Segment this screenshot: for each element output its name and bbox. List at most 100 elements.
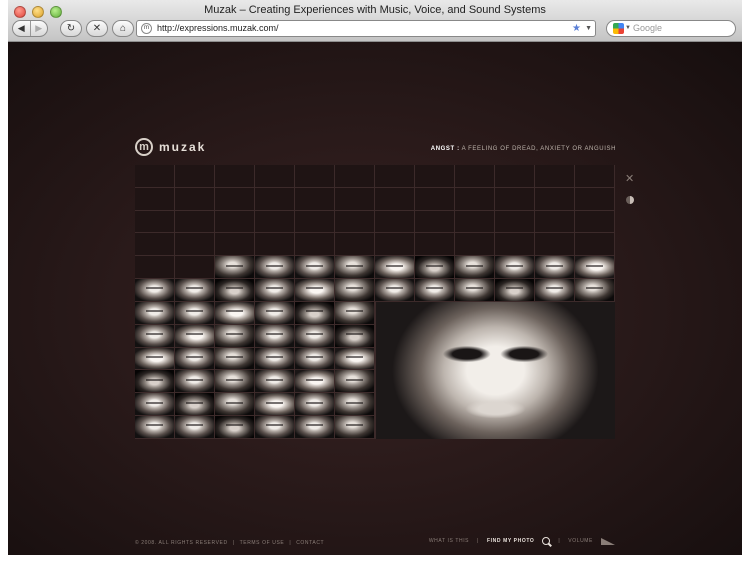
portrait-thumbnail[interactable]: [335, 370, 375, 394]
portrait-thumbnail[interactable]: [375, 256, 415, 280]
emotion-definition: ANGST : A FEELING OF DREAD, ANXIETY OR A…: [431, 146, 616, 152]
empty-grid-cell: [575, 233, 615, 257]
volume-label: VOLUME: [568, 538, 593, 544]
portrait-thumbnail[interactable]: [575, 256, 615, 280]
portrait-thumbnail[interactable]: [295, 393, 335, 417]
empty-grid-cell: [575, 210, 615, 234]
portrait-thumbnail[interactable]: [335, 279, 375, 302]
portrait-thumbnail[interactable]: [135, 301, 175, 325]
portrait-thumbnail[interactable]: [255, 370, 295, 394]
portrait-thumbnail[interactable]: [295, 416, 335, 439]
portrait-thumbnail[interactable]: [415, 279, 455, 302]
portrait-thumbnail[interactable]: [335, 347, 375, 371]
portrait-thumbnail[interactable]: [175, 347, 215, 371]
portrait-thumbnail[interactable]: [295, 279, 335, 302]
portrait-thumbnail[interactable]: [215, 256, 255, 280]
portrait-thumbnail[interactable]: [135, 324, 175, 348]
portrait-thumbnail[interactable]: [255, 256, 295, 280]
close-icon[interactable]: ✕: [625, 172, 634, 185]
portrait-thumbnail[interactable]: [295, 256, 335, 280]
portrait-thumbnail[interactable]: [135, 416, 175, 439]
find-my-photo-link[interactable]: FIND MY PHOTO: [487, 538, 534, 544]
muzak-logo[interactable]: m muzak: [135, 138, 206, 156]
favicon-icon: m: [141, 23, 152, 34]
empty-grid-cell: [255, 233, 295, 257]
address-bar[interactable]: m http://expressions.muzak.com/ ★ ▼: [136, 20, 596, 37]
empty-grid-cell: [535, 233, 575, 257]
empty-grid-cell: [175, 256, 215, 280]
empty-grid-cell: [535, 210, 575, 234]
portrait-thumbnail[interactable]: [375, 279, 415, 302]
portrait-thumbnail[interactable]: [575, 279, 615, 302]
search-field[interactable]: ▼ Google: [606, 20, 736, 37]
definition-term: ANGST :: [430, 146, 460, 152]
stop-button[interactable]: ✕: [86, 20, 108, 37]
portrait-thumbnail[interactable]: [495, 256, 535, 280]
portrait-thumbnail[interactable]: [415, 256, 455, 280]
empty-grid-cell: [415, 233, 455, 257]
portrait-thumbnail[interactable]: [215, 347, 255, 371]
empty-grid-cell: [175, 210, 215, 234]
portrait-thumbnail[interactable]: [175, 370, 215, 394]
forward-button[interactable]: ▶: [29, 21, 48, 36]
portrait-thumbnail[interactable]: [335, 393, 375, 417]
empty-grid-cell: [255, 187, 295, 211]
portrait-thumbnail[interactable]: [455, 256, 495, 280]
empty-grid-cell: [575, 165, 615, 188]
portrait-thumbnail[interactable]: [255, 347, 295, 371]
contact-link[interactable]: CONTACT: [296, 540, 324, 546]
portrait-thumbnail[interactable]: [135, 279, 175, 302]
terms-link[interactable]: TERMS OF USE: [240, 540, 285, 546]
portrait-thumbnail[interactable]: [215, 324, 255, 348]
home-button[interactable]: ⌂: [112, 20, 134, 37]
portrait-thumbnail[interactable]: [335, 324, 375, 348]
portrait-thumbnail[interactable]: [535, 256, 575, 280]
portrait-thumbnail[interactable]: [215, 279, 255, 302]
back-button[interactable]: ◀: [13, 21, 30, 36]
footer-separator: |: [477, 538, 480, 544]
portrait-thumbnail[interactable]: [255, 279, 295, 302]
what-is-this-link[interactable]: WHAT IS THIS: [429, 538, 469, 544]
portrait-thumbnail[interactable]: [215, 301, 255, 325]
portrait-thumbnail[interactable]: [295, 347, 335, 371]
portrait-thumbnail[interactable]: [135, 370, 175, 394]
portrait-thumbnail[interactable]: [135, 393, 175, 417]
empty-grid-cell: [495, 165, 535, 188]
portrait-thumbnail[interactable]: [255, 324, 295, 348]
portrait-thumbnail[interactable]: [215, 393, 255, 417]
portrait-thumbnail[interactable]: [175, 324, 215, 348]
portrait-thumbnail[interactable]: [455, 279, 495, 302]
portrait-thumbnail[interactable]: [175, 416, 215, 439]
portrait-thumbnail[interactable]: [135, 347, 175, 371]
portrait-thumbnail[interactable]: [295, 370, 335, 394]
copyright-text: © 2008. ALL RIGHTS RESERVED: [135, 540, 228, 546]
reload-button[interactable]: ↻: [60, 20, 82, 37]
contrast-toggle-icon[interactable]: [626, 196, 634, 204]
volume-icon[interactable]: [601, 537, 615, 545]
portrait-thumbnail[interactable]: [535, 279, 575, 302]
portrait-thumbnail[interactable]: [335, 416, 375, 439]
portrait-thumbnail[interactable]: [175, 301, 215, 325]
portrait-thumbnail[interactable]: [295, 324, 335, 348]
portrait-thumbnail[interactable]: [175, 393, 215, 417]
photo-grid: [135, 165, 615, 439]
search-icon[interactable]: [542, 537, 551, 545]
portrait-thumbnail[interactable]: [495, 279, 535, 302]
portrait-thumbnail[interactable]: [255, 393, 295, 417]
portrait-thumbnail[interactable]: [335, 301, 375, 325]
address-dropdown-icon[interactable]: ▼: [585, 21, 592, 36]
featured-portrait[interactable]: [375, 301, 615, 439]
footer-links: © 2008. ALL RIGHTS RESERVED | TERMS OF U…: [135, 540, 324, 546]
portrait-thumbnail[interactable]: [295, 301, 335, 325]
bookmark-star-icon[interactable]: ★: [572, 21, 581, 36]
portrait-thumbnail[interactable]: [255, 416, 295, 439]
empty-grid-cell: [135, 233, 175, 257]
portrait-thumbnail[interactable]: [175, 279, 215, 302]
search-engine-dropdown-icon[interactable]: ▼: [625, 21, 631, 36]
google-icon[interactable]: [613, 23, 624, 34]
portrait-thumbnail[interactable]: [335, 256, 375, 280]
portrait-thumbnail[interactable]: [255, 301, 295, 325]
portrait-thumbnail[interactable]: [215, 370, 255, 394]
portrait-thumbnail[interactable]: [215, 416, 255, 439]
empty-grid-cell: [535, 187, 575, 211]
